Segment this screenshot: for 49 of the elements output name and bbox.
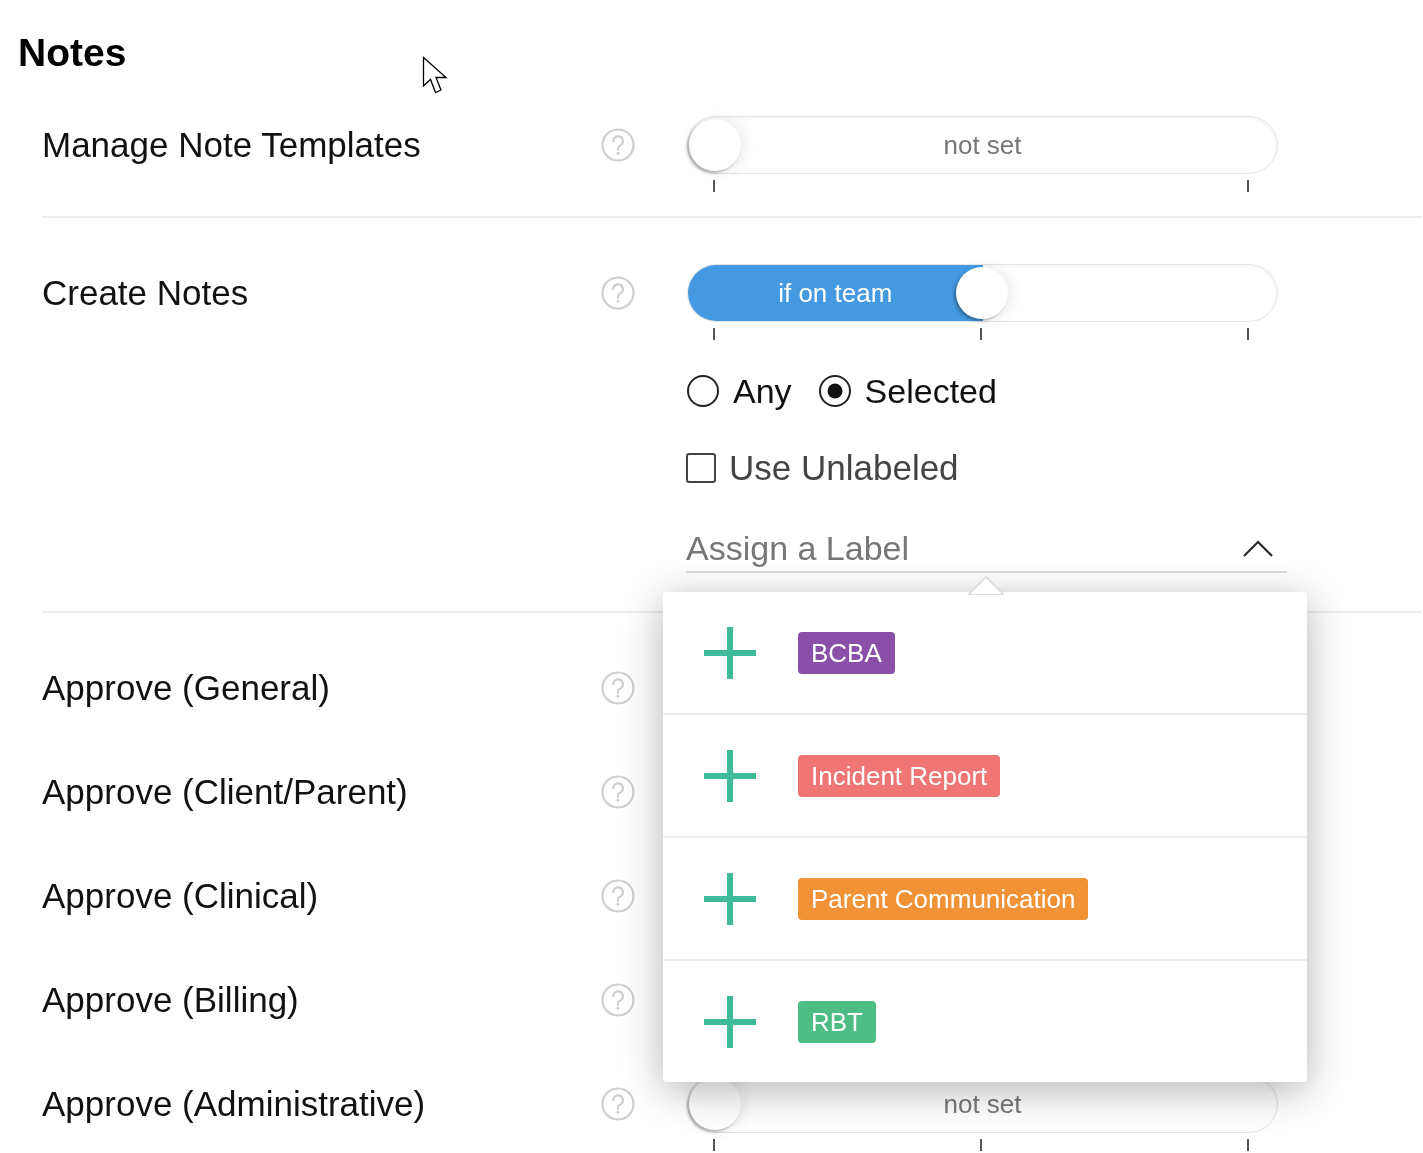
label-option[interactable]: Incident Report (663, 713, 1307, 836)
slider-value: if on team (778, 277, 893, 309)
radio-button[interactable] (687, 375, 719, 407)
radio-label: Selected (864, 371, 997, 411)
label-option[interactable]: Parent Communication (663, 836, 1307, 959)
checkbox[interactable] (686, 453, 716, 483)
tick-mark (1247, 328, 1249, 340)
label-tag: Incident Report (798, 754, 1001, 797)
plus-icon[interactable] (704, 749, 756, 802)
radio-button[interactable] (818, 375, 851, 407)
help-icon[interactable] (601, 276, 635, 310)
label-tag: RBT (798, 1000, 876, 1043)
help-icon[interactable] (601, 128, 635, 162)
plus-icon[interactable] (704, 995, 756, 1048)
setting-label: Approve (Administrative) (42, 1083, 426, 1125)
setting-label: Approve (Client/Parent) (42, 771, 408, 813)
label-select-field[interactable]: Assign a Label (686, 525, 1287, 573)
label-tag: BCBA (798, 631, 895, 674)
tick-mark (1247, 1139, 1249, 1151)
tick-mark (713, 328, 715, 340)
chevron-up-icon[interactable] (1243, 539, 1273, 557)
slider-track[interactable]: not set (687, 116, 1278, 174)
tick-mark (980, 328, 982, 340)
help-icon[interactable] (601, 671, 635, 705)
checkbox-label: Use Unlabeled (729, 448, 959, 488)
tick-mark (1247, 180, 1249, 192)
setting-label: Manage Note Templates (42, 124, 421, 166)
setting-label: Approve (Billing) (42, 979, 299, 1021)
slider-value: not set (943, 1088, 1022, 1120)
section-title: Notes (18, 31, 127, 75)
help-icon[interactable] (601, 1087, 635, 1121)
tick-mark (713, 1139, 715, 1151)
slider-value: not set (943, 129, 1022, 161)
plus-icon[interactable] (704, 626, 756, 679)
radio-label: Any (733, 371, 792, 411)
slider-thumb[interactable] (689, 119, 741, 171)
slider-track[interactable]: if on team (687, 264, 1278, 322)
label-option[interactable]: BCBA (663, 592, 1307, 713)
label-tag: Parent Communication (798, 877, 1089, 920)
tick-mark (713, 180, 715, 192)
setting-label: Approve (Clinical) (42, 875, 319, 917)
plus-icon[interactable] (704, 872, 756, 925)
mouse-pointer-icon (422, 56, 449, 95)
setting-label: Approve (General) (42, 667, 330, 709)
setting-label: Create Notes (42, 272, 249, 314)
help-icon[interactable] (601, 983, 635, 1017)
tick-mark (980, 1139, 982, 1151)
help-icon[interactable] (601, 775, 635, 809)
help-icon[interactable] (601, 879, 635, 913)
